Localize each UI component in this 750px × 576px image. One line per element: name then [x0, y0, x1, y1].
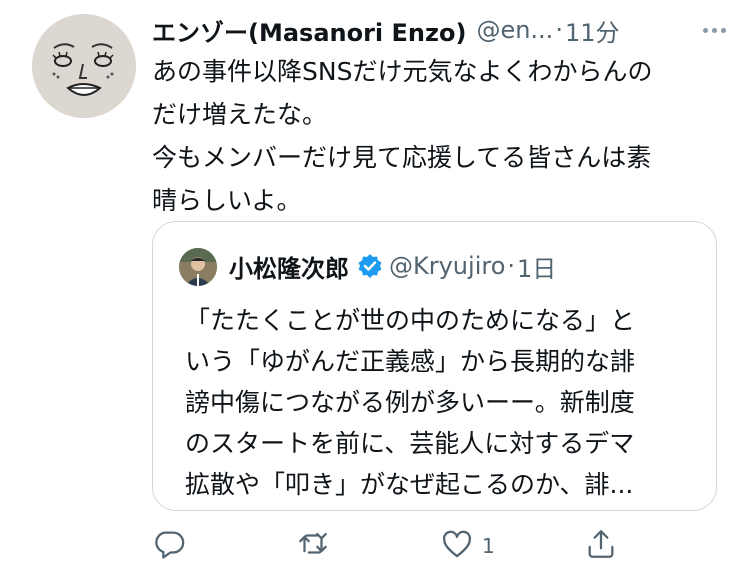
quoted-text-line: のスタートを前に、芸能人に対するデマ	[185, 429, 635, 458]
reply-button[interactable]	[152, 522, 194, 570]
quoted-text-line: 「たたくことが世の中のためになる」と	[185, 306, 636, 335]
verified-badge-icon	[357, 253, 383, 279]
author-avatar[interactable]	[32, 14, 136, 118]
separator-dot: ·	[507, 252, 516, 280]
retweet-icon	[296, 527, 330, 566]
quoted-author-name[interactable]: 小松隆次郎	[229, 249, 349, 284]
author-name[interactable]: エンゾー(Masanori Enzo)	[152, 13, 466, 48]
quoted-author-avatar-drawing	[179, 248, 217, 286]
quoted-tweet-header: 小松隆次郎 @Kryujiro · 1日	[229, 246, 556, 286]
more-options-icon[interactable]	[696, 16, 732, 44]
quoted-author-avatar[interactable]	[179, 248, 217, 286]
quoted-text-line: 拡散や「叩き」がなぜ起こるのか、誹...	[185, 470, 634, 499]
author-avatar-drawing	[32, 14, 136, 118]
reply-icon	[152, 527, 186, 566]
like-count: 1	[482, 534, 495, 558]
tweet-text-line: だけ増えたな。	[152, 100, 328, 129]
like-button[interactable]: 1	[440, 522, 495, 570]
separator-dot: ·	[555, 16, 563, 44]
quoted-text-line: いう「ゆがんだ正義感」から長期的な誹	[185, 347, 636, 376]
tweet-text-line: あの事件以降SNSだけ元気なよくわからんの	[152, 57, 653, 86]
retweet-button[interactable]	[296, 522, 338, 570]
quoted-tweet-timestamp[interactable]: 1日	[517, 249, 556, 284]
author-handle[interactable]: @en...	[476, 16, 553, 44]
heart-icon	[440, 527, 474, 566]
tweet-text-line: 今もメンバーだけ見て応援してる皆さんは素	[152, 143, 652, 172]
tweet-timestamp[interactable]: 11分	[565, 13, 620, 48]
quoted-text-line: 謗中傷につながる例が多いーー。新制度	[185, 388, 635, 417]
share-icon	[584, 527, 618, 566]
tweet-action-bar: 1	[152, 522, 622, 570]
tweet-text-line: 晴らしいよ。	[152, 186, 302, 215]
quoted-author-handle[interactable]: @Kryujiro	[389, 252, 505, 280]
tweet-header: エンゾー(Masanori Enzo) @en... · 11分	[152, 10, 732, 50]
quoted-tweet-text: 「たたくことが世の中のためになる」と いう「ゆがんだ正義感」から長期的な誹 謗中…	[185, 300, 705, 505]
tweet-text: あの事件以降SNSだけ元気なよくわからんの だけ増えたな。 今もメンバーだけ見て…	[152, 50, 730, 222]
quoted-tweet-card[interactable]: 小松隆次郎 @Kryujiro · 1日 「たたくことが世の中のためになる」と …	[152, 221, 717, 511]
share-button[interactable]	[584, 522, 618, 570]
